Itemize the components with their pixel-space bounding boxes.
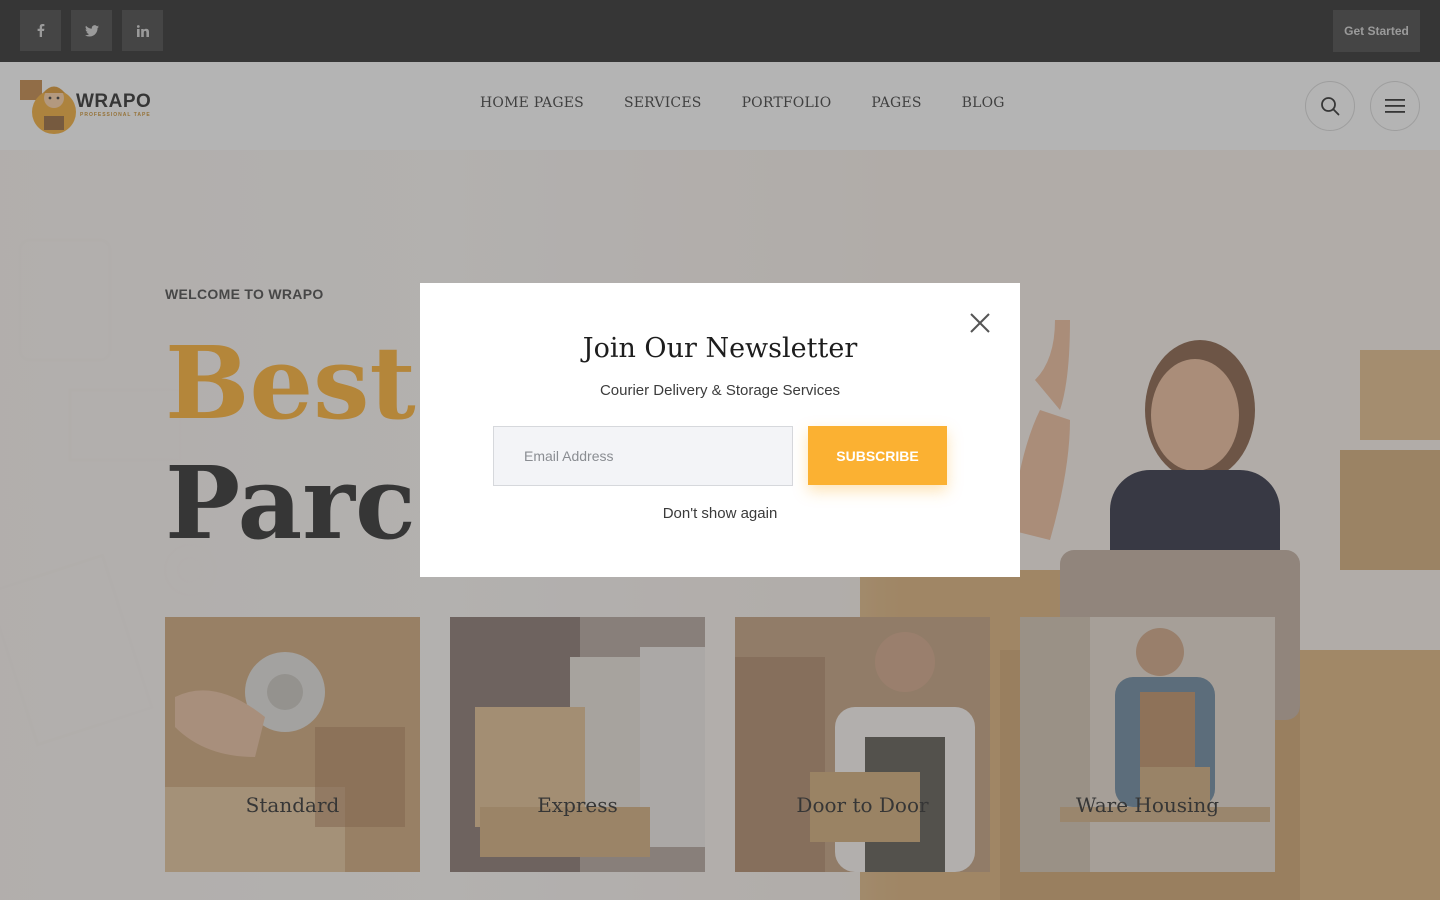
close-button[interactable]	[968, 311, 992, 335]
close-icon	[970, 313, 990, 333]
newsletter-modal: Join Our Newsletter Courier Delivery & S…	[420, 283, 1020, 577]
subscribe-button[interactable]: SUBSCRIBE	[808, 426, 947, 485]
modal-subtitle: Courier Delivery & Storage Services	[599, 382, 841, 399]
dont-show-again-link[interactable]: Don't show again	[420, 505, 1020, 522]
modal-title: Join Our Newsletter	[582, 333, 858, 364]
email-field[interactable]	[493, 426, 793, 486]
